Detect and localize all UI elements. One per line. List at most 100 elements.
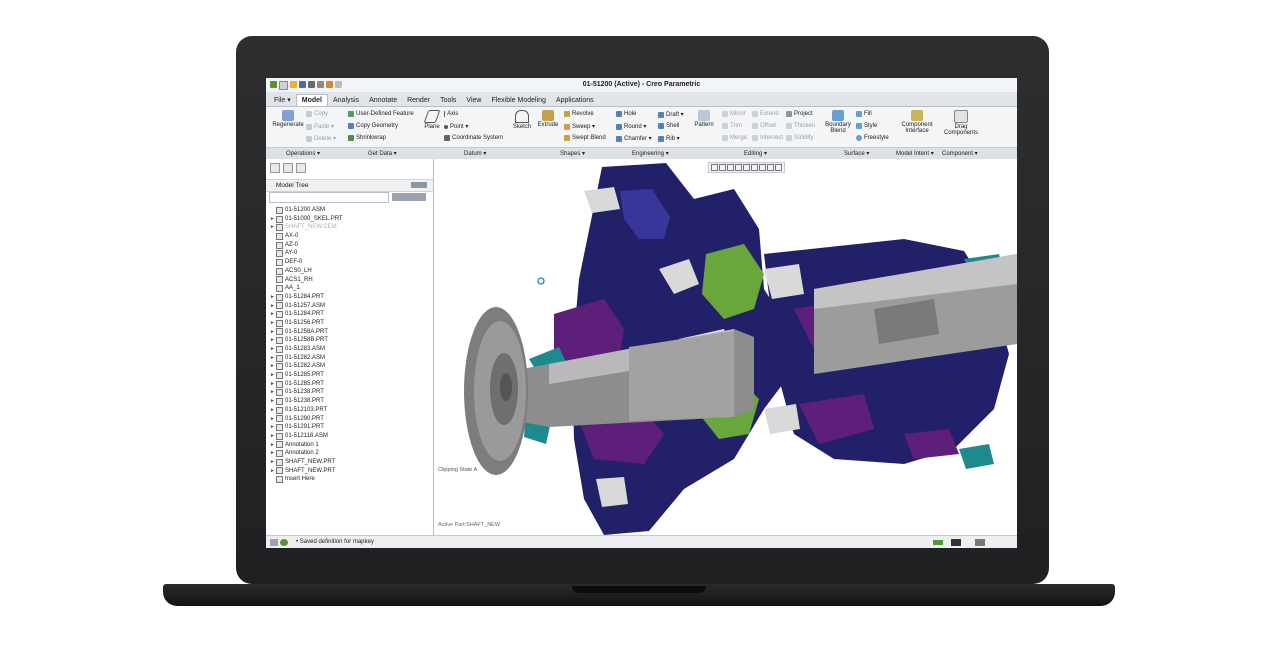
shrinkwrap-button[interactable]: Shrinkwrap (348, 135, 386, 141)
tree-item[interactable]: ACS1_RH (270, 276, 343, 285)
tree-item[interactable]: ACS0_LH (270, 267, 343, 276)
tree-item-label: AA_1 (285, 285, 300, 292)
group-datum[interactable]: Datum ▾ (464, 150, 486, 157)
tab-render[interactable]: Render (402, 95, 435, 106)
tree-item[interactable]: ► 01-51284.PRT (270, 310, 343, 319)
folder-browser-tab-icon[interactable] (283, 163, 293, 173)
tree-item[interactable]: ► 01-51238.PRT (270, 388, 343, 397)
tree-item[interactable]: ► 01-51283.ASM (270, 345, 343, 354)
favorites-tab-icon[interactable] (296, 163, 306, 173)
group-surface[interactable]: Surface ▾ (844, 150, 869, 157)
solidify-button[interactable]: Solidify (786, 135, 813, 141)
user-defined-feature-button[interactable]: User-Defined Feature (348, 111, 414, 117)
component-interface-button[interactable]: Component Interface (898, 110, 936, 134)
revolve-button[interactable]: Revolve (564, 111, 594, 117)
group-shapes[interactable]: Shapes ▾ (560, 150, 585, 157)
tree-item[interactable]: ► 01-51256.PRT (270, 319, 343, 328)
tree-item[interactable]: ► 01-51282.ASM (270, 362, 343, 371)
tree-item[interactable]: ► 01-51258B.PRT (270, 336, 343, 345)
tree-item[interactable]: AA_1 (270, 284, 343, 293)
tree-item[interactable]: AX-0 (270, 232, 343, 241)
tab-annotate[interactable]: Annotate (364, 95, 402, 106)
sweep-button[interactable]: Sweep ▾ (564, 123, 595, 130)
tab-tools[interactable]: Tools (435, 95, 461, 106)
model-tree-search-input[interactable] (269, 192, 389, 203)
tree-item[interactable]: ► 01-51291.PRT (270, 423, 343, 432)
sketch-button[interactable]: Sketch (510, 110, 534, 130)
tree-item[interactable]: ► Annotation 2 (270, 449, 343, 458)
point-button[interactable]: Point ▾ (444, 123, 468, 130)
tab-applications[interactable]: Applications (551, 95, 599, 106)
regenerate-button[interactable]: Regenerate (270, 110, 306, 128)
chamfer-button[interactable]: Chamfer ▾ (616, 135, 652, 142)
style-button[interactable]: Style (856, 123, 877, 129)
tab-analysis[interactable]: Analysis (328, 95, 364, 106)
drag-components-button[interactable]: Drag Components (940, 110, 982, 136)
tree-item[interactable]: ► 01-51000_SKEL.PRT (270, 215, 343, 224)
extrude-button[interactable]: Extrude (536, 110, 560, 128)
tab-view[interactable]: View (461, 95, 486, 106)
tree-item[interactable]: AZ-0 (270, 241, 343, 250)
tree-item[interactable]: ► 01-51238.PRT (270, 397, 343, 406)
hole-button[interactable]: Hole (616, 111, 636, 117)
tree-item[interactable]: Insert Here (270, 475, 343, 484)
boundary-blend-button[interactable]: Boundary Blend (822, 110, 854, 134)
tab-model[interactable]: Model (295, 94, 328, 106)
tree-item[interactable]: ► 01-51257.ASM (270, 302, 343, 311)
trim-button[interactable]: Trim (722, 123, 742, 129)
pattern-button[interactable]: Pattern (692, 110, 716, 128)
tab-file[interactable]: File ▾ (269, 94, 296, 106)
project-button[interactable]: Project (786, 111, 813, 117)
group-component[interactable]: Component ▾ (942, 150, 978, 157)
tree-item[interactable]: ► SHAFT_NEW.CEM (270, 223, 343, 232)
tree-item[interactable]: ► 01-51284.PRT (270, 293, 343, 302)
draft-button[interactable]: Draft ▾ (658, 111, 684, 118)
tree-item[interactable]: ► SHAFT_NEW.PRT (270, 458, 343, 467)
mirror-button[interactable]: Mirror (722, 111, 746, 117)
graphics-area[interactable]: Clipping State A Active Part:SHAFT_NEW (434, 159, 1017, 535)
group-operations[interactable]: Operations ▾ (286, 150, 320, 157)
fill-button[interactable]: Fill (856, 111, 872, 117)
tree-item[interactable]: 01-51200.ASM (270, 206, 343, 215)
tree-item[interactable]: ► 01-51285.PRT (270, 371, 343, 380)
extend-button[interactable]: Extend (752, 111, 779, 117)
group-model-intent[interactable]: Model Intent ▾ (896, 150, 934, 157)
coordinate-system-button[interactable]: Coordinate System (444, 135, 503, 141)
shell-button[interactable]: Shell (658, 123, 679, 129)
axis-button[interactable]: Axis (444, 111, 458, 117)
tree-item-icon (276, 363, 283, 371)
merge-button[interactable]: Merge (722, 135, 747, 141)
tree-item[interactable]: ► Annotation 1 (270, 441, 343, 450)
find-icon[interactable] (951, 539, 961, 546)
plane-button[interactable]: Plane (422, 110, 442, 130)
tree-item[interactable]: ► 01-51290.PRT (270, 415, 343, 424)
freestyle-button[interactable]: Freestyle (856, 135, 889, 141)
intersect-button[interactable]: Intersect (752, 135, 783, 141)
tab-flexible-modeling[interactable]: Flexible Modeling (486, 95, 550, 106)
tree-item[interactable]: ► 01-51258A.PRT (270, 328, 343, 337)
tree-filter-icon[interactable] (392, 193, 426, 201)
tree-item[interactable]: DEF-0 (270, 258, 343, 267)
copy-button[interactable]: Copy (306, 111, 328, 117)
paste-button[interactable]: Paste ▾ (306, 123, 334, 130)
thicken-button[interactable]: Thicken (786, 123, 815, 129)
group-engineering[interactable]: Engineering ▾ (632, 150, 669, 157)
tree-item[interactable]: ► 01-51282.ASM (270, 354, 343, 363)
copy-geometry-button[interactable]: Copy Geometry (348, 123, 398, 129)
tree-item[interactable]: ► SHAFT_NEW.PRT (270, 467, 343, 476)
swept-blend-button[interactable]: Swept Blend (564, 135, 606, 141)
group-get-data[interactable]: Get Data ▾ (368, 150, 397, 157)
tree-settings-icon[interactable] (411, 182, 427, 188)
toggle-navigator-icon[interactable] (270, 539, 278, 546)
selection-filter-icon[interactable] (975, 539, 985, 546)
group-editing[interactable]: Editing ▾ (744, 150, 767, 157)
delete-button[interactable]: Delete ▾ (306, 135, 336, 142)
tree-item[interactable]: ► 01-512103.PRT (270, 406, 343, 415)
tree-item[interactable]: AY-0 (270, 249, 343, 258)
tree-item[interactable]: ► 01-512118.ASM (270, 432, 343, 441)
offset-button[interactable]: Offset (752, 123, 776, 129)
tree-item[interactable]: ► 01-51285.PRT (270, 380, 343, 389)
round-button[interactable]: Round ▾ (616, 123, 646, 130)
rib-button[interactable]: Rib ▾ (658, 135, 680, 142)
model-tree-tab-icon[interactable] (270, 163, 280, 173)
